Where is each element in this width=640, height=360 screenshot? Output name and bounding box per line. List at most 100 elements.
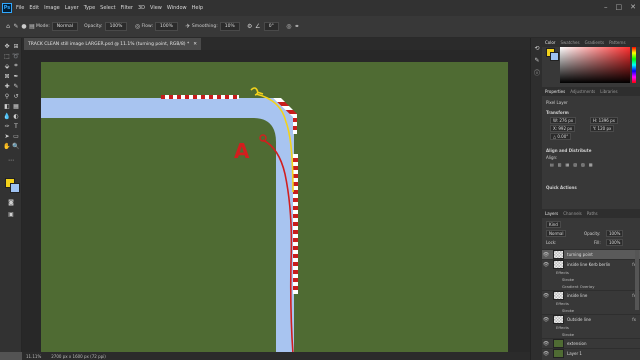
rectangle-tool-icon[interactable]: ▭ [12, 132, 20, 140]
brush-tool-icon[interactable]: ✎ [12, 23, 20, 31]
clone-stamp-tool-icon[interactable]: ⚲ [3, 92, 11, 100]
quick-actions-title[interactable]: Quick Actions [546, 185, 577, 190]
quick-mask-icon[interactable]: ◙ [7, 198, 15, 206]
path-select-tool-icon[interactable]: ➤ [3, 132, 11, 140]
color-panel-background[interactable] [550, 52, 559, 61]
layer-row[interactable]: 👁 inside line fx [542, 290, 640, 300]
brush-panel-icon[interactable]: ✎ [533, 56, 541, 64]
zoom-tool-icon[interactable]: 🔍 [12, 142, 20, 150]
history-panel-icon[interactable]: ⟲ [533, 44, 541, 52]
align-section-title[interactable]: Align and Distribute [546, 148, 591, 153]
mode-select[interactable]: Normal [51, 22, 79, 31]
tab-color[interactable]: Color [545, 40, 555, 45]
transform-section-title[interactable]: Transform [546, 110, 569, 115]
visibility-eye-icon[interactable]: 👁 [542, 262, 550, 268]
angle-field[interactable]: △ 0.00° [550, 133, 572, 140]
history-brush-tool-icon[interactable]: ↺ [12, 92, 20, 100]
tab-libraries[interactable]: Libraries [600, 89, 617, 94]
layers-scrollbar[interactable] [635, 250, 639, 310]
tab-patterns[interactable]: Patterns [609, 40, 625, 45]
tab-paths[interactable]: Paths [587, 211, 598, 216]
tab-swatches[interactable]: Swatches [560, 40, 579, 45]
opacity-input[interactable]: 100% [104, 22, 128, 31]
layer-effect-item[interactable]: Stroke [562, 276, 640, 283]
zoom-level[interactable]: 11.11% [26, 354, 41, 359]
frame-tool-icon[interactable]: ⊠ [3, 72, 11, 80]
more-tools-icon[interactable]: ⋯ [7, 156, 15, 164]
menu-help[interactable]: Help [192, 5, 203, 11]
layer-effects-row[interactable]: Effects [556, 300, 636, 307]
layer-row[interactable]: 👁 turning point [542, 249, 640, 259]
width-field[interactable]: W: 276 px [550, 117, 577, 124]
visibility-eye-icon[interactable]: 👁 [542, 351, 550, 357]
menu-3d[interactable]: 3D [138, 5, 145, 11]
fx-icon[interactable]: fx [632, 317, 636, 322]
menu-window[interactable]: Window [167, 5, 187, 11]
photoshop-logo[interactable]: Ps [2, 3, 12, 13]
layer-effect-item[interactable]: Gradient Overlay [562, 283, 640, 290]
airbrush-icon[interactable]: ✈ [184, 23, 192, 31]
brush-settings-icon[interactable]: ▤ [28, 23, 36, 31]
brush-tool-icon[interactable]: ✎ [12, 82, 20, 90]
info-panel-icon[interactable]: ⓘ [533, 68, 541, 77]
visibility-eye-icon[interactable]: 👁 [542, 317, 550, 323]
close-icon[interactable]: ✕ [630, 3, 636, 11]
document-tab[interactable]: TRACK CLEAN still image LARGER.psd @ 11.… [24, 38, 202, 50]
pressure-opacity-icon[interactable]: ◎ [133, 23, 141, 31]
lasso-tool-icon[interactable]: ➰ [12, 52, 20, 60]
brush-preset-icon[interactable]: ● [20, 23, 28, 31]
blur-tool-icon[interactable]: 💧 [3, 112, 11, 120]
layer-row[interactable]: 👁 extension [542, 338, 640, 348]
angle-input[interactable]: 0° [263, 22, 279, 31]
object-select-tool-icon[interactable]: ⬙ [3, 62, 11, 70]
minimize-icon[interactable]: – [604, 3, 608, 11]
layer-filter-kind[interactable]: Kind [546, 221, 561, 228]
y-field[interactable]: Y: 120 px [590, 125, 615, 132]
color-picker-field[interactable] [560, 47, 630, 83]
layer-effects-row[interactable]: Effects [556, 324, 636, 331]
layer-row[interactable]: 👁 Layer 1 [542, 348, 640, 358]
screen-mode-icon[interactable]: ▣ [7, 210, 15, 218]
visibility-eye-icon[interactable]: 👁 [542, 293, 550, 299]
dodge-tool-icon[interactable]: ◐ [12, 112, 20, 120]
crop-tool-icon[interactable]: ⌗ [12, 62, 20, 70]
visibility-eye-icon[interactable]: 👁 [542, 341, 550, 347]
pressure-size-icon[interactable]: ◎ [285, 23, 293, 31]
visibility-eye-icon[interactable]: 👁 [542, 252, 550, 258]
tab-channels[interactable]: Channels [563, 211, 582, 216]
move-tool-icon[interactable]: ✥ [3, 42, 11, 50]
hand-tool-icon[interactable]: ✋ [3, 142, 11, 150]
healing-brush-tool-icon[interactable]: ✚ [3, 82, 11, 90]
smoothing-settings-icon[interactable]: ⚙ [246, 23, 254, 31]
tab-properties[interactable]: Properties [545, 89, 565, 94]
close-tab-icon[interactable]: ✕ [193, 42, 197, 47]
tab-adjustments[interactable]: Adjustments [570, 89, 595, 94]
layer-effects-row[interactable]: Effects [556, 269, 636, 276]
blend-mode-select[interactable]: Normal [546, 230, 567, 237]
tab-gradients[interactable]: Gradients [585, 40, 605, 45]
type-tool-icon[interactable]: T [12, 122, 20, 130]
document-canvas[interactable]: A [41, 62, 508, 354]
home-icon[interactable]: ⌂ [4, 23, 12, 31]
layer-row[interactable]: 👁 inside line Kerb berlin fx [542, 259, 640, 269]
menu-file[interactable]: File [16, 5, 24, 11]
artboard-tool-icon[interactable]: ⊞ [12, 42, 20, 50]
flow-input[interactable]: 100% [155, 22, 178, 31]
fill-input[interactable]: 100% [606, 239, 624, 246]
layer-effect-item[interactable]: Stroke [562, 307, 640, 314]
layer-effect-item[interactable]: Stroke [562, 331, 640, 338]
align-buttons[interactable]: ▤▥▦▧▨▩ [550, 162, 597, 167]
menu-select[interactable]: Select [100, 5, 115, 11]
eraser-tool-icon[interactable]: ◧ [3, 102, 11, 110]
x-field[interactable]: X: 992 px [550, 125, 576, 132]
eyedropper-tool-icon[interactable]: ✒ [12, 72, 20, 80]
gradient-tool-icon[interactable]: ▦ [12, 102, 20, 110]
tab-layers[interactable]: Layers [545, 211, 558, 216]
background-color-swatch[interactable] [10, 183, 20, 193]
marquee-tool-icon[interactable]: ⬚ [3, 52, 11, 60]
menu-view[interactable]: View [150, 5, 162, 11]
height-field[interactable]: H: 1396 px [590, 117, 618, 124]
menu-layer[interactable]: Layer [65, 5, 79, 11]
layer-row[interactable]: 👁 Outside line fx [542, 314, 640, 324]
menu-edit[interactable]: Edit [29, 5, 39, 11]
